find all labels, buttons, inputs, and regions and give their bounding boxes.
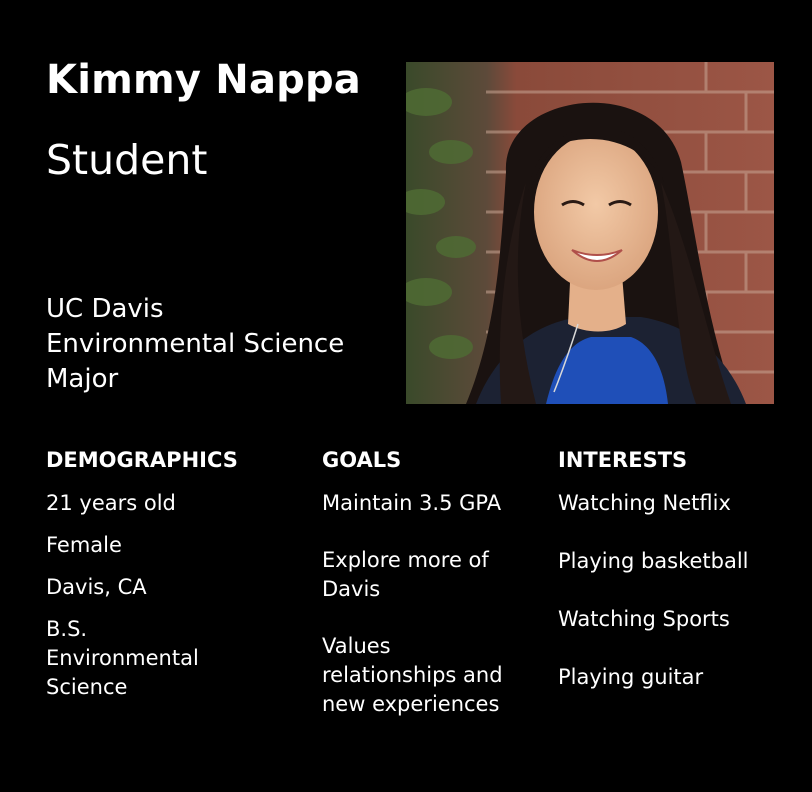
- goals-item-gpa: Maintain 3.5 GPA: [322, 491, 502, 515]
- interests-section: INTERESTS Watching Netflix Playing baske…: [558, 447, 798, 721]
- interests-heading: INTERESTS: [558, 448, 688, 472]
- demographics-item-age: 21 years old: [46, 491, 176, 515]
- interests-item-guitar: Playing guitar: [558, 665, 704, 689]
- demographics-section: DEMOGRAPHICS 21 years old Female Davis, …: [46, 447, 286, 715]
- persona-role: Student: [46, 136, 208, 184]
- demographics-item-location: Davis, CA: [46, 575, 147, 599]
- persona-name: Kimmy Nappa: [46, 57, 361, 103]
- affiliation-school: UC Davis: [46, 294, 164, 324]
- persona-affiliation: UC Davis Environmental Science Major: [46, 292, 386, 397]
- demographics-item-degree: B.S. Environmental Science: [46, 617, 199, 699]
- affiliation-major: Major: [46, 364, 119, 394]
- goals-item-relationships: Values relationships and new experiences: [322, 634, 503, 716]
- persona-photo: [406, 62, 774, 404]
- goals-section: GOALS Maintain 3.5 GPA Explore more of D…: [322, 447, 537, 747]
- interests-item-basketball: Playing basketball: [558, 549, 749, 573]
- interests-item-sports: Watching Sports: [558, 607, 730, 631]
- demographics-item-gender: Female: [46, 533, 122, 557]
- demographics-heading: DEMOGRAPHICS: [46, 448, 238, 472]
- goals-item-explore: Explore more of Davis: [322, 548, 489, 601]
- affiliation-field: Environmental Science: [46, 329, 345, 359]
- interests-item-netflix: Watching Netflix: [558, 491, 731, 515]
- goals-heading: GOALS: [322, 448, 402, 472]
- portrait-image: [406, 62, 774, 404]
